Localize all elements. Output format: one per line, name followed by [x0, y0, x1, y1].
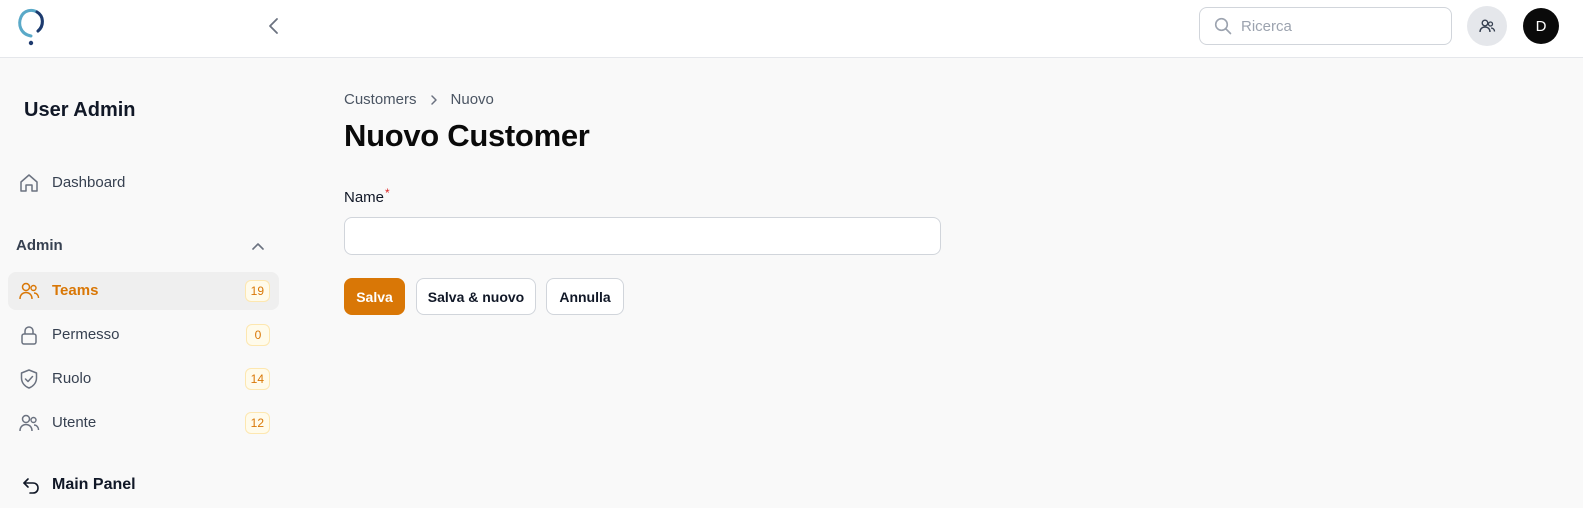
user-avatar[interactable]: D [1523, 8, 1559, 44]
sidebar-title: User Admin [24, 99, 136, 121]
sidebar-item-utente[interactable]: Utente 12 [8, 404, 279, 442]
sidebar-collapse-button[interactable] [262, 13, 286, 39]
name-field[interactable] [344, 217, 941, 255]
search-icon [1213, 16, 1233, 36]
top-bar: D [0, 0, 1583, 58]
sidebar-item-dashboard[interactable]: Dashboard [8, 164, 279, 202]
app-logo[interactable] [14, 4, 50, 48]
nav-group-label: Admin [16, 237, 63, 254]
users-icon [18, 280, 40, 302]
name-field-label: Name* [344, 186, 390, 206]
count-badge: 19 [244, 280, 270, 302]
chevron-left-icon [269, 18, 278, 34]
search-input[interactable] [1241, 17, 1441, 35]
sidebar-item-label: Teams [52, 282, 99, 299]
count-badge: 14 [244, 368, 270, 390]
name-label-text: Name [344, 189, 385, 206]
save-and-new-button[interactable]: Salva & nuovo [416, 278, 536, 315]
count-badge: 12 [244, 412, 270, 434]
chevron-right-icon [429, 94, 439, 106]
sidebar-item-label: Dashboard [52, 174, 126, 191]
chevron-up-icon [252, 243, 264, 250]
required-indicator: * [385, 186, 390, 200]
save-button[interactable]: Salva [344, 278, 405, 315]
page-title: Nuovo Customer [344, 118, 590, 153]
breadcrumb: Customers Nuovo [344, 91, 494, 108]
sidebar-item-teams[interactable]: Teams 19 [8, 272, 279, 310]
sidebar-item-ruolo[interactable]: Ruolo 14 [8, 360, 279, 398]
shield-check-icon [18, 368, 40, 390]
main-panel-link[interactable]: Main Panel [20, 472, 136, 498]
cancel-button[interactable]: Annulla [546, 278, 624, 315]
sidebar-item-permesso[interactable]: Permesso 0 [8, 316, 279, 354]
home-icon [18, 172, 40, 194]
users-icon [1479, 19, 1496, 33]
sidebar-item-label: Permesso [52, 326, 120, 343]
tenant-switch-button[interactable] [1467, 6, 1507, 46]
sidebar-item-label: Utente [52, 414, 97, 431]
main-panel-label: Main Panel [52, 476, 136, 493]
users-icon [18, 412, 40, 434]
lock-icon [18, 324, 40, 346]
count-badge: 0 [246, 324, 270, 346]
breadcrumb-item-customers[interactable]: Customers [344, 91, 417, 108]
return-arrow-icon [20, 474, 42, 496]
global-search[interactable] [1199, 7, 1452, 45]
sidebar-item-label: Ruolo [52, 370, 92, 387]
nav-group-toggle[interactable] [248, 236, 268, 256]
breadcrumb-item-current: Nuovo [450, 91, 494, 108]
